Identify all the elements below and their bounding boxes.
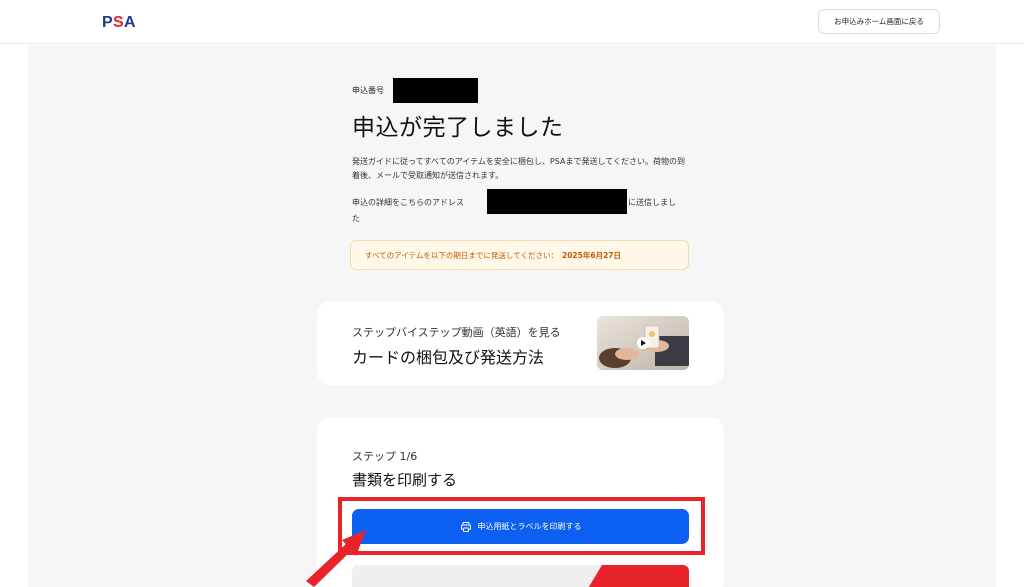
email-detail-prefix: 申込の詳細をこちらのアドレス bbox=[352, 198, 464, 207]
page-title: 申込が完了しました bbox=[352, 115, 564, 141]
redacted-application-number bbox=[393, 78, 478, 103]
step-title: 書類を印刷する bbox=[352, 471, 458, 489]
video-guide-subtitle: ステップバイステップ動画（英語）を見る bbox=[352, 326, 561, 339]
next-step-preview bbox=[352, 565, 689, 587]
video-guide-title: カードの梱包及び発送方法 bbox=[352, 348, 545, 367]
video-thumbnail-image bbox=[597, 316, 689, 370]
deadline-date: 2025年6月27日 bbox=[561, 250, 622, 260]
highlight-box bbox=[338, 497, 705, 555]
email-detail-tail: た bbox=[352, 214, 360, 223]
svg-text:S: S bbox=[113, 14, 124, 29]
step-number: ステップ 1/6 bbox=[352, 450, 418, 463]
video-thumbnail[interactable] bbox=[597, 316, 689, 370]
next-step-image bbox=[588, 565, 689, 587]
psa-logo[interactable]: P S A bbox=[102, 13, 142, 29]
application-number-label: 申込番号 bbox=[352, 85, 384, 95]
email-detail-suffix: に送信しまし bbox=[628, 198, 676, 207]
deadline-text: すべてのアイテムを以下の期日までに発送してください： bbox=[365, 250, 558, 260]
shipping-instructions-text: 発送ガイドに従ってすべてのアイテムを安全に梱包し、PSAまで発送してください。荷… bbox=[352, 157, 685, 180]
shipping-deadline-notice: すべてのアイテムを以下の期日までに発送してください： 2025年6月27日 bbox=[350, 240, 689, 270]
svg-text:P: P bbox=[102, 14, 113, 29]
svg-text:A: A bbox=[124, 14, 136, 29]
redacted-email-address bbox=[487, 189, 627, 214]
top-bar: P S A お申込みホーム画面に戻る bbox=[0, 0, 1024, 44]
application-number-row: 申込番号 bbox=[352, 78, 384, 102]
back-to-home-button[interactable]: お申込みホーム画面に戻る bbox=[818, 9, 940, 34]
